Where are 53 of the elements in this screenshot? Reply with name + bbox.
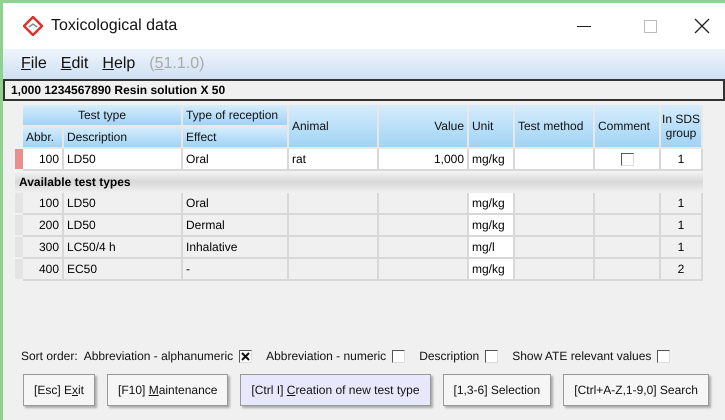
sort-checkbox[interactable]: [239, 350, 252, 362]
table-row[interactable]: 400 EC50 - mg/kg 2: [15, 259, 703, 281]
menu-item[interactable]: File: [21, 52, 47, 76]
action-button[interactable]: [Ctrl I] Creation of new test type: [240, 374, 431, 406]
action-button[interactable]: [Ctrl+A-Z,1-9,0] Search: [563, 374, 709, 406]
column-header: Effect: [183, 127, 289, 149]
column-header: In SDS group: [661, 105, 703, 149]
close-icon: [694, 18, 710, 34]
column-header: Animal: [289, 105, 379, 149]
abbr-cell: 400: [23, 259, 64, 281]
sort-checkbox[interactable]: [485, 350, 498, 362]
table-row[interactable]: 300 LC50/4 h Inhalative mg/l 1: [15, 237, 703, 259]
action-button[interactable]: [1,3-6] Selection: [442, 374, 552, 406]
column-header: Abbr.: [23, 127, 64, 149]
diamond-logo-icon: [23, 16, 43, 36]
action-button[interactable]: [Esc] Exit: [23, 374, 96, 406]
record-title: 1,000 1234567890 Resin solution X 50: [3, 79, 725, 101]
column-header: Value: [379, 105, 469, 149]
unit-cell: mg/kg: [469, 149, 515, 171]
column-header: Comment: [595, 105, 661, 149]
column-header: Test type: [23, 105, 183, 127]
menu-item[interactable]: Help: [102, 52, 136, 76]
unit-cell: mg/kg: [469, 259, 515, 281]
unit-cell: mg/kg: [469, 193, 515, 215]
column-header: Type of reception: [183, 105, 289, 127]
row-marker[interactable]: [15, 193, 23, 215]
description-cell: EC50: [64, 259, 183, 281]
sds-group-cell: 2: [661, 259, 703, 281]
sort-order-label: Sort order:: [21, 348, 78, 365]
sort-option-label: Show ATE relevant values: [512, 348, 652, 365]
sort-option-label: Abbreviation - numeric: [266, 348, 386, 365]
action-button[interactable]: [F10] Maintenance: [107, 374, 228, 406]
column-header: Test method: [515, 105, 595, 149]
sort-checkbox[interactable]: [657, 350, 670, 362]
window-title: Toxicological data: [51, 16, 178, 36]
row-marker[interactable]: [15, 259, 23, 281]
section-header: Available test types: [15, 171, 703, 193]
comment-checkbox[interactable]: [620, 152, 634, 166]
column-header: Description: [64, 127, 183, 149]
menu-item[interactable]: Edit: [60, 52, 88, 76]
sort-option-label: Abbreviation - alphanumeric: [84, 348, 234, 365]
row-marker[interactable]: [15, 215, 23, 237]
sort-checkbox[interactable]: [392, 350, 406, 362]
row-marker[interactable]: [15, 237, 23, 259]
unit-cell: mg/l: [469, 237, 515, 259]
unit-cell: mg/kg: [469, 215, 515, 237]
effect-cell: -: [183, 259, 289, 281]
row-marker[interactable]: [15, 149, 23, 171]
sort-option-label: Description: [419, 348, 480, 365]
table-row[interactable]: 100 LD50 Oral mg/kg 1: [15, 193, 703, 215]
table-row[interactable]: 200 LD50 Dermal mg/kg 1: [15, 215, 703, 237]
column-header: Unit: [469, 105, 515, 149]
table-row[interactable]: 100 LD50 Oral rat 1,000 mg/kg 1: [15, 149, 703, 171]
